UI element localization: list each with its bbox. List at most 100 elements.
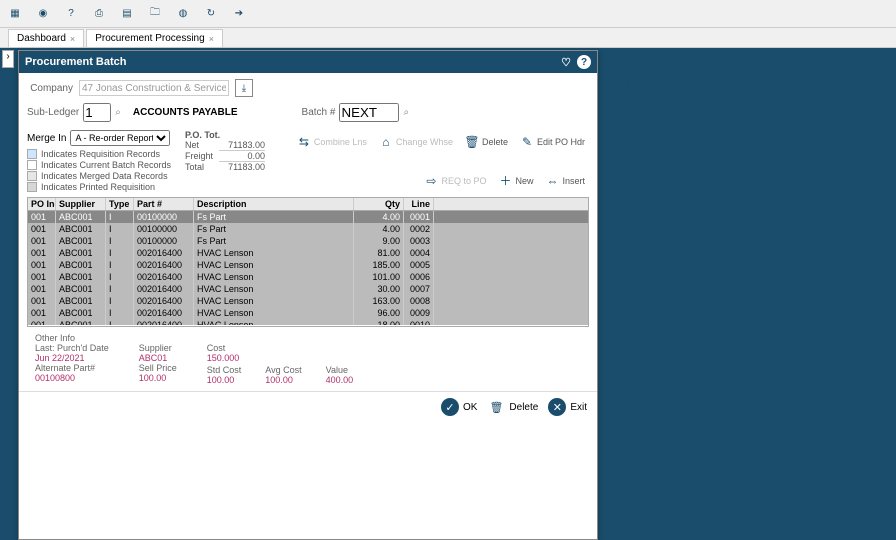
lookup-icon[interactable]: ⌕ [115, 107, 121, 118]
action-label: Change Whse [396, 137, 453, 147]
alt-part-label: Alternate Part# [35, 363, 109, 373]
table-row[interactable]: 001ABC001I002016400HVAC Lenson163.000008 [28, 295, 588, 307]
side-link[interactable]: Mass Change [606, 178, 686, 189]
edit-po-button[interactable]: ✎Edit PO Hdr [516, 133, 589, 151]
help-icon[interactable]: ? [577, 55, 591, 69]
table-row[interactable]: 001ABC001I002016400HVAC Lenson185.000005 [28, 259, 588, 271]
indicator-text: Indicates Requisition Records [41, 149, 160, 159]
req-icon: ⇨ [424, 174, 438, 188]
col-po[interactable]: PO Ind [28, 198, 56, 210]
table-row[interactable]: 001ABC001I002016400HVAC Lenson30.000007 [28, 283, 588, 295]
indicator-row: Indicates Printed Requisition [27, 182, 181, 192]
col-type[interactable]: Type [106, 198, 134, 210]
refresh-icon[interactable]: ↻ [200, 3, 222, 25]
lookup-company-button[interactable]: ⤓ [235, 79, 253, 97]
whse-icon: ⌂ [379, 135, 393, 149]
edit-icon: ✎ [520, 135, 534, 149]
button-label: Exit [570, 402, 587, 413]
indicator-row: Indicates Merged Data Records [27, 171, 181, 181]
tab-dashboard[interactable]: Dashboard× [8, 29, 84, 47]
insert-button[interactable]: ⇔Insert [541, 172, 589, 190]
cost-label: Cost [207, 343, 353, 353]
calc-icon[interactable]: ▤ [116, 3, 138, 25]
supplier-value: ABC01 [139, 353, 177, 363]
side-link[interactable]: Hdr Defaults [606, 66, 686, 77]
table-row[interactable]: 001ABC001I002016400HVAC Lenson81.000004 [28, 247, 588, 259]
table-row[interactable]: 001ABC001I00100000Fs Part9.000003 [28, 235, 588, 247]
col-qty[interactable]: Qty [354, 198, 404, 210]
print-icon[interactable]: ⎙ [88, 3, 110, 25]
subledger-input[interactable] [83, 103, 111, 122]
table-row[interactable]: 001ABC001I00100000Fs Part4.000002 [28, 223, 588, 235]
side-link[interactable]: Print Req. [606, 80, 686, 91]
last-purch-value: Jun 22/2021 [35, 353, 109, 363]
net-value: 71183.00 [219, 140, 265, 151]
panel-footer: ✓OK 🗑 Delete ✕Exit [19, 391, 597, 422]
button-label: OK [463, 402, 477, 413]
avg-cost-label: Avg Cost [265, 365, 301, 375]
net-label: Net [185, 140, 199, 151]
info-bar: Other Info Last: Purch'd Date Jun 22/202… [27, 331, 589, 387]
indicator-text: Indicates Printed Requisition [41, 182, 155, 192]
color-swatch [27, 171, 37, 181]
panel-title: Procurement Batch [25, 56, 126, 68]
table-row[interactable]: 001ABC001I002016400HVAC Lenson96.000009 [28, 307, 588, 319]
heart-icon[interactable]: ♡ [561, 56, 571, 69]
indicator-row: Indicates Requisition Records [27, 149, 181, 159]
app-icon[interactable]: ▦ [4, 3, 26, 25]
procurement-panel: Procurement Batch ♡ ? Company ⤓ Sub-Ledg… [18, 50, 598, 540]
tab-procurement[interactable]: Procurement Processing× [86, 29, 223, 47]
close-icon[interactable]: × [70, 34, 75, 44]
close-icon[interactable]: × [209, 34, 214, 44]
company-input[interactable] [79, 80, 229, 96]
col-supplier[interactable]: Supplier [56, 198, 106, 210]
side-expand-handle[interactable]: › [2, 50, 14, 68]
grid-body[interactable]: 001ABC001I00100000Fs Part4.000001001ABC0… [28, 211, 588, 325]
indicator-box: Merge In A - Re-order Report Indicates R… [27, 130, 181, 193]
col-line[interactable]: Line [404, 198, 434, 210]
side-link[interactable]: Sugg. Costs [606, 136, 686, 147]
side-link[interactable]: On Hand [606, 150, 686, 161]
col-desc[interactable]: Description [194, 198, 354, 210]
side-link[interactable]: Configure [606, 94, 686, 105]
merge-select[interactable]: A - Re-order Report [70, 130, 170, 146]
action-label: Edit PO Hdr [537, 137, 585, 147]
trash-icon: 🗑 [465, 135, 479, 149]
action-box: ⇆Combine Lns ⌂Change Whse 🗑Delete ✎Edit … [269, 130, 589, 193]
lookup-icon[interactable]: ⌕ [403, 107, 409, 118]
col-part[interactable]: Part # [134, 198, 194, 210]
ok-button[interactable]: ✓OK [441, 398, 477, 416]
last-purch-label: Last: Purch'd Date [35, 343, 109, 353]
trash-icon: 🗑 [487, 398, 505, 416]
exit-button[interactable]: ✕Exit [548, 398, 587, 416]
combine-button[interactable]: ⇆Combine Lns [293, 133, 371, 151]
new-button[interactable]: ＋New [494, 172, 537, 190]
req-to-po-button[interactable]: ⇨REQ to PO [420, 172, 490, 190]
delete-button[interactable]: 🗑 Delete [487, 398, 538, 416]
totals-header: P.O. Tot. [185, 130, 265, 140]
freight-value: 0.00 [219, 151, 265, 162]
indicator-text: Indicates Current Batch Records [41, 160, 171, 170]
side-link[interactable]: Compare Prices [606, 164, 686, 175]
supplier-label: Supplier [139, 343, 177, 353]
change-whse-button[interactable]: ⌂Change Whse [375, 133, 457, 151]
delete-button[interactable]: 🗑Delete [461, 133, 512, 151]
folder-icon[interactable]: 🗀 [144, 3, 166, 25]
side-link[interactable]: Create P/O's [606, 52, 686, 63]
tab-bar: Dashboard× Procurement Processing× [0, 28, 896, 48]
alt-part-value: 00100800 [35, 373, 109, 383]
table-row[interactable]: 001ABC001I002016400HVAC Lenson101.000006 [28, 271, 588, 283]
user-icon[interactable]: ◉ [32, 3, 54, 25]
table-row[interactable]: 001ABC001I00100000Fs Part4.000001 [28, 211, 588, 223]
table-row[interactable]: 001ABC001I002016400HVAC Lenson18.000010 [28, 319, 588, 325]
side-link[interactable]: On Order [606, 122, 686, 133]
button-label: Delete [509, 402, 538, 413]
combine-icon: ⇆ [297, 135, 311, 149]
help-icon[interactable]: ? [60, 3, 82, 25]
batch-input[interactable] [339, 103, 399, 122]
side-link[interactable]: Sales History [606, 108, 686, 119]
exit-icon[interactable]: ➔ [228, 3, 250, 25]
indicator-row: Indicates Current Batch Records [27, 160, 181, 170]
globe-icon[interactable]: ◍ [172, 3, 194, 25]
cost-value: 150.000 [207, 353, 353, 363]
